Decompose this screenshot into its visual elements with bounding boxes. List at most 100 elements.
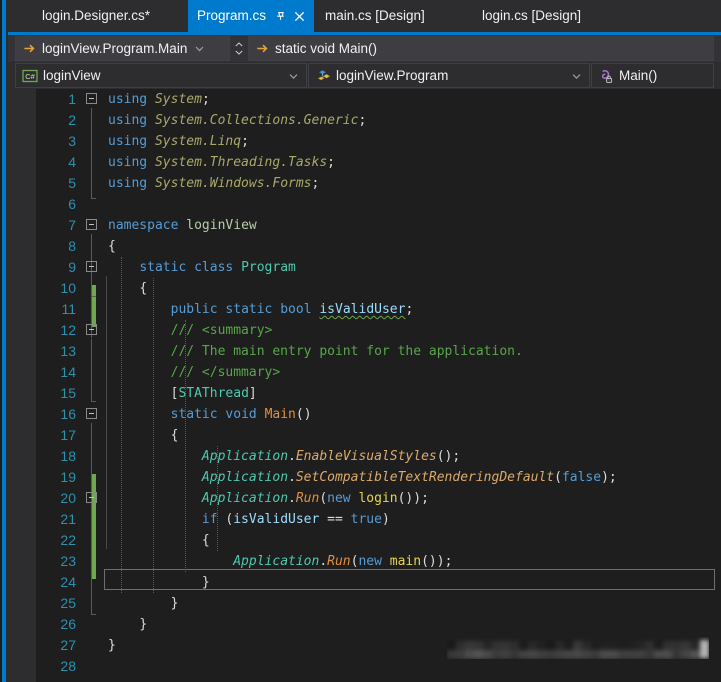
line-number: 16 bbox=[60, 406, 76, 422]
arrow-right-icon bbox=[256, 42, 275, 55]
tab-program-cs[interactable]: Program.cs bbox=[188, 0, 315, 32]
code-line[interactable]: 22 { bbox=[8, 530, 721, 551]
project-dropdown-label: loginView bbox=[43, 67, 101, 83]
code-line[interactable]: 10 { bbox=[8, 278, 721, 299]
tab-main-cs-design[interactable]: main.cs [Design] bbox=[316, 0, 434, 32]
code-line[interactable]: 26 } bbox=[8, 614, 721, 635]
code-line[interactable]: 5 using System.Windows.Forms; bbox=[8, 173, 721, 194]
code-surface[interactable]: 1 using System; 2 using System.Collectio… bbox=[8, 89, 721, 682]
code-line[interactable]: 4 using System.Threading.Tasks; bbox=[8, 152, 721, 173]
tab-label: Program.cs bbox=[197, 8, 267, 24]
line-content: static class Program bbox=[139, 260, 296, 275]
breadcrumb-signature-label: static void Main() bbox=[275, 41, 378, 56]
code-editor[interactable]: 1 using System; 2 using System.Collectio… bbox=[8, 89, 721, 682]
code-line[interactable]: 2 using System.Collections.Generic; bbox=[8, 110, 721, 131]
line-content: Application.EnableVisualStyles(); bbox=[201, 449, 461, 464]
line-number: 14 bbox=[60, 364, 76, 380]
line-content: using System.Threading.Tasks; bbox=[108, 155, 335, 170]
line-number: 15 bbox=[60, 385, 76, 401]
line-number: 26 bbox=[60, 616, 76, 632]
line-content: /// <summary> bbox=[108, 323, 273, 338]
member-dropdown[interactable]: Main() bbox=[591, 63, 714, 88]
line-content: Application.Run(new login()); bbox=[201, 491, 429, 506]
code-line[interactable]: 14 /// </summary> bbox=[8, 362, 721, 383]
code-line[interactable]: 16 static void Main() bbox=[8, 404, 721, 425]
code-line[interactable]: 7 namespace loginView bbox=[8, 215, 721, 236]
code-line[interactable]: 20 Application.Run(new login()); bbox=[8, 488, 721, 509]
window-accent-strip bbox=[2, 0, 6, 682]
breadcrumb-scope-label: loginView.Program.Main bbox=[42, 41, 188, 56]
csharp-project-icon: C# bbox=[22, 68, 43, 84]
line-number: 12 bbox=[60, 322, 76, 338]
tab-label: login.cs [Design] bbox=[482, 8, 582, 24]
code-line[interactable]: 28 bbox=[8, 656, 721, 677]
line-number: 11 bbox=[61, 301, 76, 317]
chevron-down-icon[interactable] bbox=[187, 44, 210, 53]
line-number: 13 bbox=[60, 343, 76, 359]
line-number: 4 bbox=[68, 154, 76, 170]
line-number: 10 bbox=[60, 280, 76, 296]
line-number: 5 bbox=[68, 175, 76, 191]
code-line[interactable]: 13 /// The main entry point for the appl… bbox=[8, 341, 721, 362]
line-content: } bbox=[139, 617, 148, 632]
line-content: { bbox=[108, 239, 116, 254]
line-number: 2 bbox=[68, 112, 76, 128]
line-content: [STAThread] bbox=[170, 386, 257, 401]
code-line[interactable]: 18 Application.EnableVisualStyles(); bbox=[8, 446, 721, 467]
line-number: 6 bbox=[68, 196, 76, 212]
code-line[interactable]: 11 public static bool isValidUser; bbox=[8, 299, 721, 320]
breadcrumb-spinner[interactable] bbox=[232, 37, 246, 60]
line-number: 20 bbox=[60, 490, 76, 506]
code-line[interactable]: 15 [STAThread] bbox=[8, 383, 721, 404]
tab-login-cs-design[interactable]: login.cs [Design] bbox=[473, 0, 590, 32]
line-content: static void Main() bbox=[170, 407, 312, 422]
class-icon bbox=[315, 68, 336, 84]
line-number: 18 bbox=[60, 448, 76, 464]
line-content: } bbox=[108, 638, 116, 653]
code-line[interactable]: 12 /// <summary> bbox=[8, 320, 721, 341]
project-dropdown[interactable]: C# loginView bbox=[15, 63, 307, 88]
tab-login-designer-cs[interactable]: login.Designer.cs* bbox=[33, 0, 159, 32]
code-line[interactable]: 8 { bbox=[8, 236, 721, 257]
line-number: 27 bbox=[60, 637, 76, 653]
code-line[interactable]: 6 bbox=[8, 194, 721, 215]
breadcrumb-bar: loginView.Program.Main static void Main(… bbox=[8, 35, 721, 62]
code-line[interactable]: 25 } bbox=[8, 593, 721, 614]
line-number: 8 bbox=[68, 238, 76, 254]
line-number: 21 bbox=[60, 511, 76, 527]
line-content: /// The main entry point for the applica… bbox=[108, 344, 523, 359]
line-content: using System.Windows.Forms; bbox=[108, 176, 320, 191]
code-line[interactable]: 1 using System; bbox=[8, 89, 721, 110]
line-number: 28 bbox=[60, 658, 76, 674]
tab-label: main.cs [Design] bbox=[325, 8, 425, 24]
line-content: Application.Run(new main()); bbox=[233, 554, 453, 569]
breadcrumb-scope[interactable]: loginView.Program.Main bbox=[15, 36, 230, 61]
pin-icon[interactable] bbox=[275, 10, 286, 22]
code-line[interactable]: 23 Application.Run(new main()); bbox=[8, 551, 721, 572]
line-number: 24 bbox=[60, 574, 76, 590]
editor-tab-bar: login.Designer.cs* Program.cs main.cs [D… bbox=[8, 0, 721, 32]
visual-studio-window: login.Designer.cs* Program.cs main.cs [D… bbox=[0, 0, 721, 682]
code-line[interactable]: 17 { bbox=[8, 425, 721, 446]
breadcrumb-signature[interactable]: static void Main() bbox=[248, 36, 714, 61]
member-dropdown-label: Main() bbox=[619, 67, 658, 83]
code-line[interactable]: 3 using System.Linq; bbox=[8, 131, 721, 152]
line-content: using System.Collections.Generic; bbox=[108, 113, 367, 128]
svg-text:C#: C# bbox=[25, 72, 35, 81]
line-content: /// </summary> bbox=[108, 365, 281, 380]
line-content: namespace loginView bbox=[108, 218, 257, 233]
redacted-region bbox=[447, 637, 709, 659]
code-line[interactable]: 19 Application.SetCompatibleTextRenderin… bbox=[8, 467, 721, 488]
chevron-down-icon bbox=[235, 50, 243, 55]
type-dropdown[interactable]: loginView.Program bbox=[308, 63, 590, 88]
code-line[interactable]: 24 } bbox=[8, 572, 721, 593]
line-number: 25 bbox=[60, 595, 76, 611]
line-content: if (isValidUser == true) bbox=[201, 512, 390, 527]
line-content: using System.Linq; bbox=[108, 134, 249, 149]
close-icon[interactable] bbox=[294, 11, 305, 22]
line-number: 22 bbox=[60, 532, 76, 548]
chevron-up-icon bbox=[235, 42, 243, 47]
code-line[interactable]: 21 if (isValidUser == true) bbox=[8, 509, 721, 530]
code-line[interactable]: 9 static class Program bbox=[8, 257, 721, 278]
line-number: 1 bbox=[68, 91, 76, 107]
